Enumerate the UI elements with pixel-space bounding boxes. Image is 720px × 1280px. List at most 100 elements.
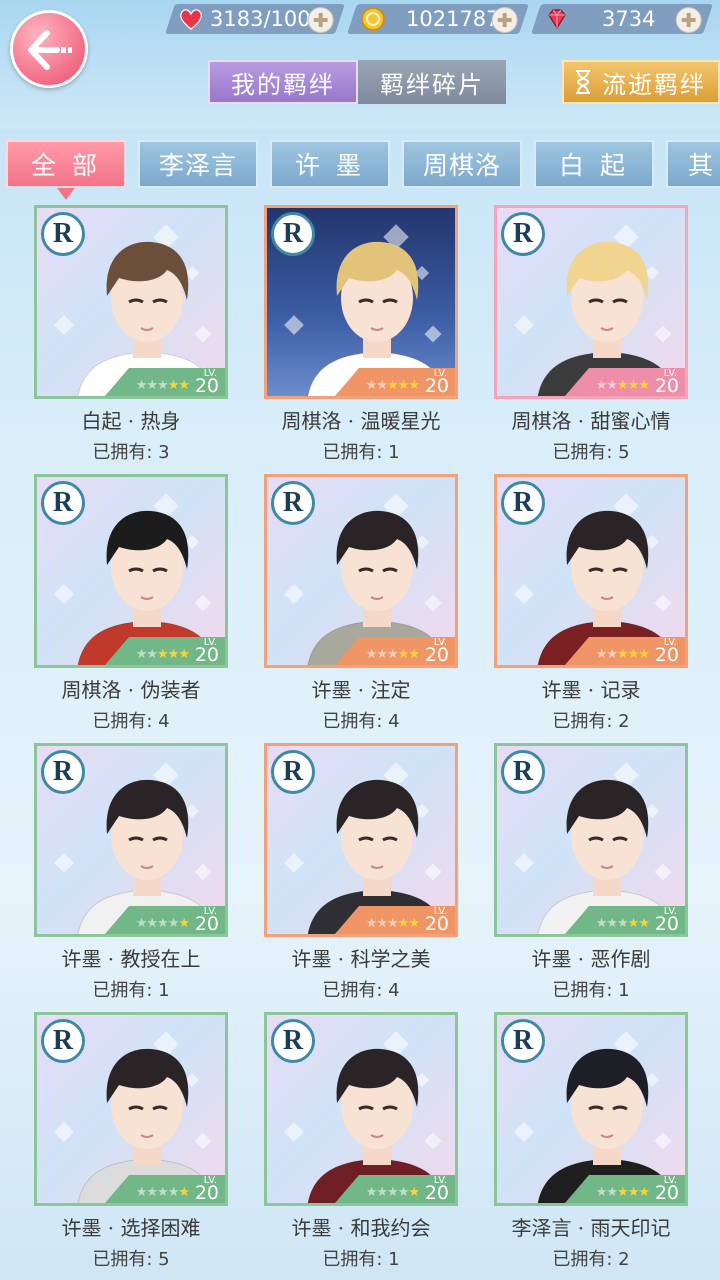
heart-icon <box>180 9 202 30</box>
level-prefix: LV. <box>663 906 677 917</box>
star-icon: ★ <box>638 916 650 931</box>
card-level: LV. 20 <box>195 637 219 665</box>
star-icon: ★ <box>157 378 169 393</box>
rarity-badge: R <box>41 750 85 794</box>
star-icon: ★ <box>397 647 410 662</box>
card-level: LV. 20 <box>655 1175 679 1203</box>
level-prefix: LV. <box>433 906 447 917</box>
star-icon: ★ <box>178 1185 190 1200</box>
star-icon: ★ <box>365 647 378 662</box>
card-level: LV. 20 <box>195 906 219 934</box>
filter-all[interactable]: 全 部 <box>6 140 126 200</box>
card-name: 李泽言 · 雨天印记 <box>511 1216 671 1240</box>
rarity-badge: R <box>271 212 315 256</box>
owned-count: 已拥有: 3 <box>92 442 170 463</box>
star-icon: ★ <box>617 378 629 393</box>
tab-bond-fragments[interactable]: 羁绊碎片 <box>358 60 506 104</box>
star-icon: ★ <box>606 378 618 393</box>
card-name: 许墨 · 科学之美 <box>291 947 431 971</box>
card-level-bar: ★★★★★ LV. 20 <box>37 904 225 934</box>
card-portrait-frame: R ★★★★★ LV. 20 <box>264 1012 458 1206</box>
card-level: LV. 20 <box>195 368 219 396</box>
star-rating: ★★★★★ <box>136 916 190 931</box>
star-icon: ★ <box>408 647 420 662</box>
gem-counter: 3734 <box>531 4 713 34</box>
star-icon: ★ <box>365 1185 378 1200</box>
level-prefix: LV. <box>203 906 217 917</box>
star-icon: ★ <box>627 647 640 662</box>
card-level-bar: ★★★★★ LV. 20 <box>267 366 455 396</box>
filter-bai-qi[interactable]: 白 起 <box>534 140 654 188</box>
filter-all-label: 全 部 <box>31 151 101 180</box>
card-level: LV. 20 <box>425 368 449 396</box>
star-icon: ★ <box>365 378 378 393</box>
rarity-badge: R <box>501 481 545 525</box>
star-icon: ★ <box>627 378 640 393</box>
owned-count: 已拥有: 4 <box>92 711 170 732</box>
star-icon: ★ <box>365 916 378 931</box>
star-rating: ★★★★★ <box>596 378 650 393</box>
card-level-bar: ★★★★★ LV. 20 <box>267 904 455 934</box>
card-level: LV. 20 <box>425 1175 449 1203</box>
card-portrait-frame: R ★★★★★ LV. 20 <box>34 474 228 668</box>
star-icon: ★ <box>595 1185 608 1200</box>
filter-xu-mo[interactable]: 许 墨 <box>270 140 390 188</box>
owned-count: 已拥有: 4 <box>322 980 400 1001</box>
star-icon: ★ <box>606 1185 618 1200</box>
level-prefix: LV. <box>663 1175 677 1186</box>
ruby-gem-icon <box>548 9 566 30</box>
add-gem-button[interactable] <box>675 7 702 33</box>
star-rating: ★★★★★ <box>136 378 190 393</box>
card-portrait-frame: R ★★★★★ LV. 20 <box>494 474 688 668</box>
gold-counter: 1021787 <box>347 4 529 34</box>
card-name: 许墨 · 恶作剧 <box>531 947 651 971</box>
filter-li-zeyan-label: 李泽言 <box>158 151 237 180</box>
filter-li-zeyan[interactable]: 李泽言 <box>138 140 258 188</box>
filter-zhou-qiluo-label: 周棋洛 <box>422 151 501 180</box>
level-prefix: LV. <box>203 1175 217 1186</box>
level-prefix: LV. <box>203 637 217 648</box>
tab-lost-bonds[interactable]: 流逝羁绊 <box>562 60 720 104</box>
star-icon: ★ <box>146 1185 158 1200</box>
star-icon: ★ <box>387 1185 399 1200</box>
star-icon: ★ <box>178 647 190 662</box>
star-icon: ★ <box>627 1185 640 1200</box>
star-rating: ★★★★★ <box>595 647 650 662</box>
star-rating: ★★★★★ <box>365 647 420 662</box>
rarity-badge: R <box>41 481 85 525</box>
add-gold-button[interactable] <box>491 7 518 33</box>
star-icon: ★ <box>595 647 608 662</box>
star-icon: ★ <box>167 647 180 662</box>
card-portrait-frame: R ★★★★★ LV. 20 <box>34 743 228 937</box>
star-rating: ★★★★★ <box>365 378 420 393</box>
star-icon: ★ <box>376 916 388 931</box>
card-level-bar: ★★★★★ LV. 20 <box>497 635 685 665</box>
card-level: LV. 20 <box>195 1175 219 1203</box>
owned-count: 已拥有: 5 <box>552 442 630 463</box>
star-rating: ★★★★★ <box>365 916 420 931</box>
rarity-badge: R <box>501 212 545 256</box>
back-button[interactable] <box>10 10 88 88</box>
tab-bond-fragments-label: 羁绊碎片 <box>380 70 484 99</box>
filter-other[interactable]: 其 <box>666 140 720 188</box>
star-icon: ★ <box>387 916 399 931</box>
card-level: LV. 20 <box>425 637 449 665</box>
filter-other-label: 其 <box>688 151 718 180</box>
star-icon: ★ <box>617 916 629 931</box>
tab-my-bonds[interactable]: 我的羁绊 <box>208 60 358 104</box>
add-stamina-button[interactable] <box>307 7 334 33</box>
star-icon: ★ <box>397 378 410 393</box>
filter-zhou-qiluo[interactable]: 周棋洛 <box>402 140 522 188</box>
star-icon: ★ <box>167 1185 180 1200</box>
owned-count: 已拥有: 2 <box>552 1249 630 1270</box>
rarity-badge: R <box>501 1019 545 1063</box>
rarity-badge: R <box>271 750 315 794</box>
star-icon: ★ <box>397 1185 410 1200</box>
level-prefix: LV. <box>203 368 217 379</box>
card-portrait-frame: R ★★★★★ LV. 20 <box>494 205 688 399</box>
star-icon: ★ <box>638 1185 650 1200</box>
level-prefix: LV. <box>433 1175 447 1186</box>
bond-card-grid: R ★★★★★ LV. 20 白起 · 热身 已拥有: 3 R ★★★★★ LV. 20 周棋洛 ·… <box>0 205 720 1280</box>
star-icon: ★ <box>178 916 190 931</box>
star-icon: ★ <box>638 378 650 393</box>
